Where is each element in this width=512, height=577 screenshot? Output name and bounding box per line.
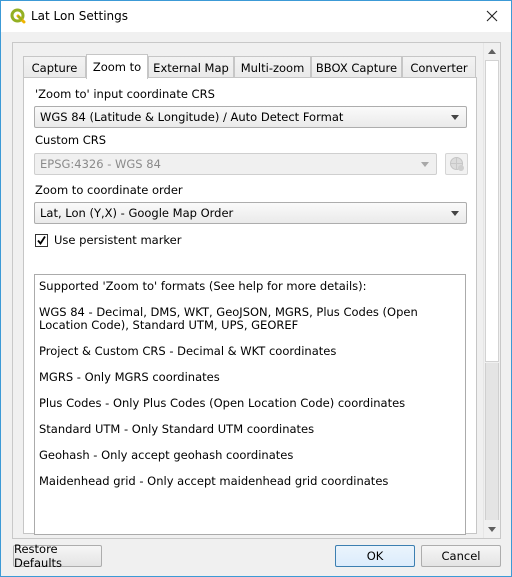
ok-button[interactable]: OK: [335, 545, 415, 567]
restore-defaults-button[interactable]: Restore Defaults: [13, 542, 102, 570]
coord-order-value: Lat, Lon (Y,X) - Google Map Order: [40, 206, 234, 220]
tab-bbox-capture[interactable]: BBOX Capture: [311, 56, 402, 78]
tab-multi-zoom[interactable]: Multi-zoom: [234, 56, 311, 78]
formats-line: MGRS - Only MGRS coordinates: [39, 370, 220, 384]
input-crs-label: 'Zoom to' input coordinate CRS: [35, 87, 215, 101]
custom-crs-select[interactable]: EPSG:4326 - WGS 84: [34, 153, 437, 175]
globe-icon: [449, 157, 464, 171]
formats-line: WGS 84 - Decimal, DMS, WKT, GeoJSON, MGR…: [39, 305, 418, 332]
supported-formats-text: Supported 'Zoom to' formats (See help fo…: [34, 274, 466, 535]
title-bar: Lat Lon Settings: [1, 1, 511, 32]
persistent-marker-label: Use persistent marker: [54, 233, 182, 247]
checkbox-box[interactable]: [35, 233, 48, 247]
checkmark-icon: [37, 235, 46, 245]
scrollbar-track[interactable]: [485, 363, 499, 520]
formats-line: Plus Codes - Only Plus Codes (Open Locat…: [39, 396, 406, 410]
close-button[interactable]: [481, 5, 503, 27]
settings-scroll-area: Capture Zoom to External Map Multi-zoom …: [12, 42, 501, 539]
close-icon: [486, 10, 498, 22]
tab-widget: Capture Zoom to External Map Multi-zoom …: [23, 54, 477, 535]
tab-capture[interactable]: Capture: [23, 56, 86, 78]
chevron-down-icon: [451, 115, 459, 120]
scroll-down-button[interactable]: [484, 521, 500, 537]
formats-line: Geohash - Only accept geohash coordinate…: [39, 448, 294, 462]
formats-line: Standard UTM - Only Standard UTM coordin…: [39, 422, 315, 436]
window-title: Lat Lon Settings: [31, 9, 129, 23]
tab-external-map[interactable]: External Map: [148, 56, 234, 78]
formats-line: Maidenhead grid - Only accept maidenhead…: [39, 474, 389, 488]
chevron-down-icon: [421, 162, 429, 167]
scrollbar-thumb[interactable]: [485, 60, 499, 362]
input-crs-value: WGS 84 (Latitude & Longitude) / Auto Det…: [40, 110, 344, 124]
coord-order-label: Zoom to coordinate order: [35, 183, 183, 197]
coord-order-select[interactable]: Lat, Lon (Y,X) - Google Map Order: [34, 202, 467, 224]
persistent-marker-checkbox[interactable]: Use persistent marker: [35, 233, 182, 247]
select-crs-button[interactable]: [445, 153, 468, 175]
zoom-to-panel: 'Zoom to' input coordinate CRS WGS 84 (L…: [23, 77, 477, 535]
custom-crs-label: Custom CRS: [35, 133, 107, 147]
tab-zoom-to[interactable]: Zoom to: [86, 54, 148, 79]
cancel-button[interactable]: Cancel: [421, 545, 501, 567]
tab-bar: Capture Zoom to External Map Multi-zoom …: [23, 54, 477, 79]
formats-line: Project & Custom CRS - Decimal & WKT coo…: [39, 344, 337, 358]
vertical-scrollbar[interactable]: [483, 43, 500, 538]
settings-dialog: Lat Lon Settings Capture Zoom to Externa…: [0, 0, 512, 577]
custom-crs-value: EPSG:4326 - WGS 84: [40, 157, 161, 171]
qgis-logo-icon: [10, 8, 26, 24]
tab-converter[interactable]: Converter: [402, 56, 476, 78]
chevron-down-icon: [451, 211, 459, 216]
input-crs-select[interactable]: WGS 84 (Latitude & Longitude) / Auto Det…: [34, 106, 467, 128]
arrow-down-icon: [488, 526, 496, 532]
arrow-up-icon: [488, 48, 496, 54]
scroll-up-button[interactable]: [484, 43, 500, 59]
formats-line: Supported 'Zoom to' formats (See help fo…: [39, 279, 367, 293]
